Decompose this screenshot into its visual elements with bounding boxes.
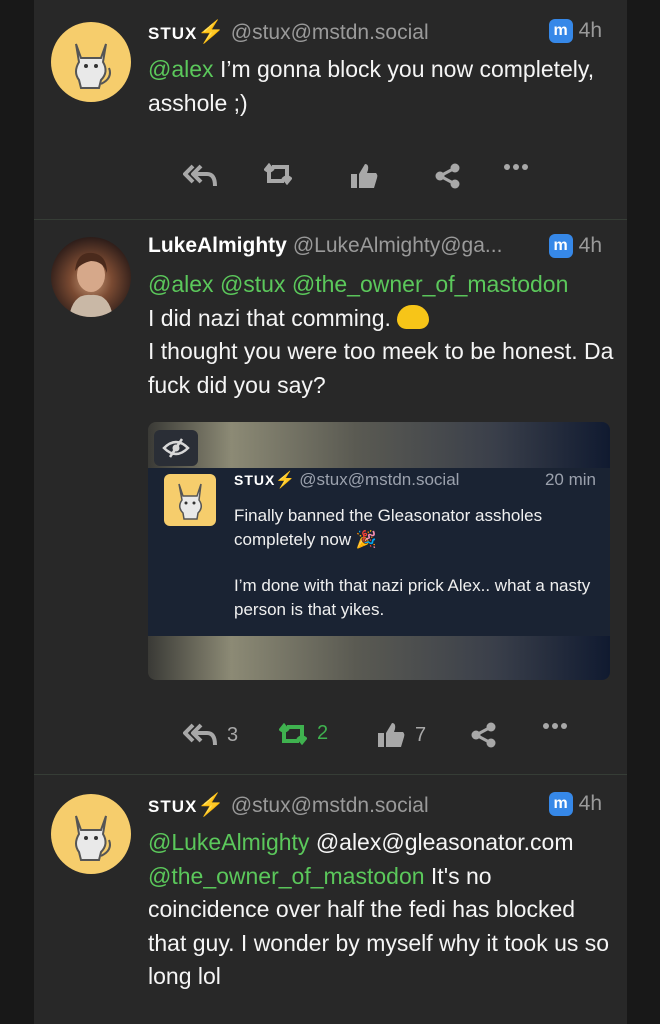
avatar[interactable] (51, 237, 131, 317)
mastodon-icon: m (548, 19, 573, 43)
person-avatar-image (69, 252, 113, 317)
post-header: STUX⚡ @stux@mstdn.social m 4h (148, 19, 618, 49)
quoted-content: Finally banned the Gleasonator assholes … (234, 504, 594, 621)
boost-count: 2 (317, 722, 329, 744)
display-name[interactable]: STUX (148, 24, 197, 43)
mentions-line: @alex @stux @the_owner_of_mastodon (148, 268, 618, 302)
cat-avatar-image (75, 815, 111, 861)
boost-button[interactable]: 2 (279, 722, 328, 745)
eye-off-icon (162, 438, 190, 458)
post-header: STUX⚡ @stux@mstdn.social m 4h (148, 792, 618, 822)
more-button[interactable] (504, 163, 528, 171)
post-meta: m 4h (548, 19, 602, 43)
reply-all-icon (183, 723, 217, 746)
post-time[interactable]: 4h (579, 19, 602, 43)
mention-link[interactable]: @alex (148, 271, 214, 297)
reply-button[interactable] (183, 163, 217, 189)
reply-all-icon (183, 164, 217, 187)
timeline-column: STUX⚡ @stux@mstdn.social m 4h @alex I’m g… (34, 0, 627, 1024)
avatar[interactable] (51, 794, 131, 874)
like-icon (378, 723, 405, 747)
lightning-icon: ⚡ (197, 792, 225, 817)
boost-icon (264, 163, 292, 185)
more-button[interactable] (543, 722, 567, 730)
quoted-time[interactable]: 20 min (545, 470, 596, 490)
mention-link[interactable]: @alex (148, 56, 214, 82)
quoted-display-name[interactable]: STUX (234, 472, 275, 488)
mention-plain[interactable]: @alex@gleasonator.com (316, 829, 574, 855)
cat-avatar-image (178, 483, 202, 520)
lightning-icon: ⚡ (197, 19, 225, 44)
quoted-handle[interactable]: @stux@mstdn.social (299, 470, 459, 489)
post-time[interactable]: 4h (579, 792, 602, 816)
display-name[interactable]: STUX (148, 797, 197, 816)
lightning-icon: ⚡ (275, 472, 296, 489)
status-post[interactable]: STUX⚡ @stux@mstdn.social m 4h @LukeAlmigh… (34, 775, 627, 1024)
quoted-paragraph: I’m done with that nazi prick Alex.. wha… (234, 576, 591, 619)
quoted-header: STUX⚡ @stux@mstdn.social 20 min (234, 470, 596, 490)
share-icon (471, 722, 496, 748)
share-button[interactable] (471, 722, 497, 748)
mention-link[interactable]: @the_owner_of_mastodon (292, 271, 569, 297)
mention-link[interactable]: @the_owner_of_mastodon (148, 863, 425, 889)
more-icon (504, 164, 528, 170)
avatar[interactable] (51, 22, 131, 102)
status-post[interactable]: LukeAlmighty @LukeAlmighty@ga... m 4h @al… (34, 220, 627, 775)
post-header: LukeAlmighty @LukeAlmighty@ga... m 4h (148, 234, 618, 264)
like-button[interactable]: 7 (377, 722, 426, 748)
quoted-paragraph: Finally banned the Gleasonator assholes … (234, 506, 543, 549)
boost-icon (279, 722, 307, 745)
post-content: @LukeAlmighty @alex@gleasonator.com @the… (148, 826, 618, 994)
user-handle[interactable]: @stux@mstdn.social (231, 794, 429, 817)
like-icon (351, 164, 378, 188)
status-post[interactable]: STUX⚡ @stux@mstdn.social m 4h @alex I’m g… (34, 0, 627, 220)
like-button[interactable] (350, 163, 378, 189)
reply-button[interactable]: 3 (183, 722, 238, 748)
post-content: @alex I’m gonna block you now completely… (148, 53, 618, 120)
reply-count: 3 (227, 723, 239, 746)
action-bar: 3 2 7 (151, 722, 621, 762)
share-icon (435, 163, 460, 189)
emoji-icon (396, 304, 429, 329)
post-text: I did nazi that comming. (148, 302, 618, 336)
post-meta: m 4h (548, 792, 602, 816)
post-text: I thought you were too meek to be honest… (148, 338, 614, 398)
more-icon (543, 723, 567, 729)
hide-media-button[interactable] (154, 430, 198, 466)
boost-button[interactable] (264, 163, 292, 185)
user-handle[interactable]: @LukeAlmighty@ga... (293, 234, 503, 257)
mention-link[interactable]: @stux (220, 271, 286, 297)
action-bar (151, 163, 621, 203)
post-time[interactable]: 4h (579, 234, 602, 258)
mention-link[interactable]: @LukeAlmighty (148, 829, 309, 855)
cat-avatar-image (75, 43, 111, 89)
post-text: I’m gonna block you now completely, assh… (148, 56, 595, 116)
display-name[interactable]: LukeAlmighty (148, 234, 287, 257)
share-button[interactable] (435, 163, 461, 189)
mastodon-icon: m (548, 234, 573, 258)
post-meta: m 4h (548, 234, 602, 258)
quoted-avatar[interactable] (164, 474, 216, 526)
mastodon-icon: m (548, 792, 573, 816)
post-content: @alex @stux @the_owner_of_mastodon I did… (148, 268, 618, 402)
sensitive-media-card[interactable]: STUX⚡ @stux@mstdn.social 20 min Finally b… (148, 422, 610, 680)
user-handle[interactable]: @stux@mstdn.social (231, 21, 429, 44)
like-count: 7 (415, 723, 427, 746)
